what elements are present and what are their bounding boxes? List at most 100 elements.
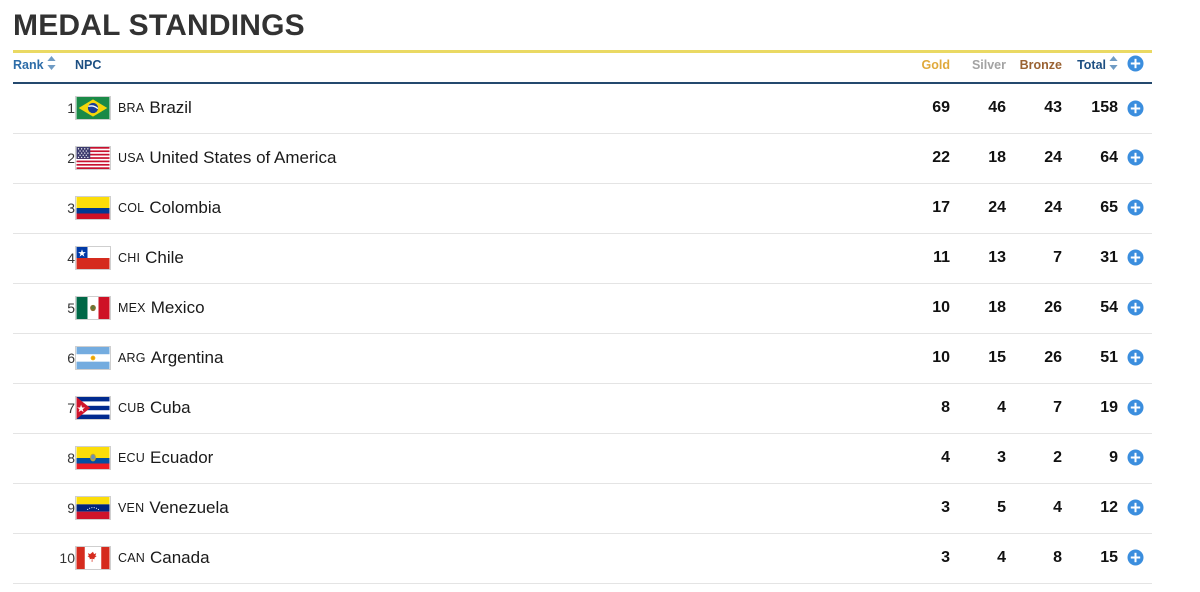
plus-circle-icon[interactable] [1127,55,1144,72]
column-header-rank[interactable]: Rank [13,55,75,83]
table-row[interactable]: 2 USA United States of America 22 18 24 64 [13,133,1152,183]
table-row[interactable]: 1 BRA Brazil 69 46 43 158 [13,83,1152,133]
cell-npc: CUB Cuba [75,383,894,433]
cell-npc: CAN Canada [75,533,894,583]
colombia-flag-icon [75,196,111,220]
npc-name: Mexico [150,298,205,317]
cell-silver: 13 [988,249,1006,266]
sort-updown-icon[interactable] [46,56,56,70]
ecuador-flag-icon [75,446,111,470]
npc-code: CHI [118,251,141,265]
cell-silver: 46 [988,99,1006,117]
cell-gold: 22 [932,149,950,166]
table-row[interactable]: 4 CHI Chile 11 13 7 31 [13,233,1152,283]
cell-rank: 10 [59,550,75,566]
cell-npc: ECU Ecuador [75,433,894,483]
cell-total: 65 [1100,199,1118,216]
plus-circle-icon[interactable] [1127,100,1144,117]
plus-circle-icon[interactable] [1127,149,1144,166]
npc-code: BRA [118,101,145,116]
table-row[interactable]: 7 CUB Cuba 8 4 7 19 [13,383,1152,433]
cell-total: 158 [1091,99,1118,117]
table-header: Rank NPC Gold Silver Bronze Total [13,55,1152,83]
plus-circle-icon[interactable] [1127,449,1144,466]
plus-circle-icon[interactable] [1127,199,1144,216]
cell-npc: COL Colombia [75,183,894,233]
cell-npc: USA United States of America [75,133,894,183]
cell-expand[interactable] [1118,233,1152,283]
npc-name: Venezuela [149,498,229,517]
column-header-npc-label: NPC [75,58,102,72]
cell-gold: 17 [932,199,950,216]
table-row[interactable]: 3 COL Colombia 17 24 24 65 [13,183,1152,233]
usa-flag-icon [75,146,111,170]
column-header-npc[interactable]: NPC [75,55,135,83]
cell-expand[interactable] [1118,183,1152,233]
cell-bronze: 7 [1053,249,1062,266]
plus-circle-icon[interactable] [1127,549,1144,566]
cell-silver: 15 [988,349,1006,366]
cell-rank: 8 [67,450,75,466]
venezuela-flag-icon [75,496,111,520]
cell-gold: 4 [941,449,950,466]
cell-gold: 10 [932,299,950,316]
column-header-expand[interactable] [1118,55,1152,83]
cell-expand[interactable] [1118,483,1152,533]
cell-rank: 3 [67,200,75,216]
plus-circle-icon[interactable] [1127,349,1144,366]
cell-silver: 24 [988,199,1006,216]
cell-bronze: 26 [1044,349,1062,366]
cell-expand[interactable] [1118,133,1152,183]
column-header-rank-label: Rank [13,58,44,72]
cell-expand[interactable] [1118,433,1152,483]
npc-name: Argentina [150,348,224,367]
table-row[interactable]: 10 CAN Canada 3 4 8 15 [13,533,1152,583]
medal-standings-table: Rank NPC Gold Silver Bronze Total 1 BRA Br… [13,55,1152,584]
brazil-flag-icon [75,96,111,121]
sort-updown-icon[interactable] [1109,56,1118,70]
cell-bronze: 7 [1053,399,1062,416]
column-header-bronze[interactable]: Bronze [1006,55,1062,83]
cell-expand[interactable] [1118,383,1152,433]
column-header-spacer [135,55,894,83]
cell-silver: 4 [997,549,1006,566]
cell-expand[interactable] [1118,83,1152,133]
table-row[interactable]: 5 MEX Mexico 10 18 26 54 [13,283,1152,333]
cell-gold: 3 [941,549,950,566]
canada-flag-icon [75,546,111,570]
cell-total: 19 [1100,399,1118,416]
cell-bronze: 24 [1044,199,1062,216]
plus-circle-icon[interactable] [1127,299,1144,316]
cell-rank: 4 [67,250,75,266]
cell-expand[interactable] [1118,283,1152,333]
cell-npc: BRA Brazil [75,83,894,133]
column-header-silver-label: Silver [971,58,1006,72]
plus-circle-icon[interactable] [1127,499,1144,516]
cell-total: 54 [1100,299,1118,316]
plus-circle-icon[interactable] [1127,249,1144,266]
cell-bronze: 2 [1053,449,1062,466]
cell-expand[interactable] [1118,533,1152,583]
cell-total: 15 [1100,549,1118,566]
column-header-bronze-label: Bronze [1019,58,1062,72]
cell-silver: 5 [997,499,1006,516]
cell-expand[interactable] [1118,333,1152,383]
table-row[interactable]: 6 ARG Argentina 10 15 26 51 [13,333,1152,383]
cell-rank: 9 [67,500,75,516]
cell-gold: 10 [932,349,950,366]
column-header-silver[interactable]: Silver [950,55,1006,83]
table-row[interactable]: 8 ECU Ecuador 4 3 2 9 [13,433,1152,483]
plus-circle-icon[interactable] [1127,399,1144,416]
column-header-gold[interactable]: Gold [894,55,950,83]
cell-total: 31 [1100,249,1118,266]
cell-silver: 18 [988,299,1006,316]
cuba-flag-icon [75,396,111,420]
cell-silver: 4 [997,399,1006,416]
npc-code: MEX [118,301,146,315]
cell-bronze: 8 [1053,549,1062,566]
table-row[interactable]: 9 VEN Venezuela 3 5 4 12 [13,483,1152,533]
cell-total: 64 [1100,149,1118,166]
column-header-total[interactable]: Total [1062,55,1118,83]
cell-npc: MEX Mexico [75,283,894,333]
title-accent-rule [13,50,1152,53]
